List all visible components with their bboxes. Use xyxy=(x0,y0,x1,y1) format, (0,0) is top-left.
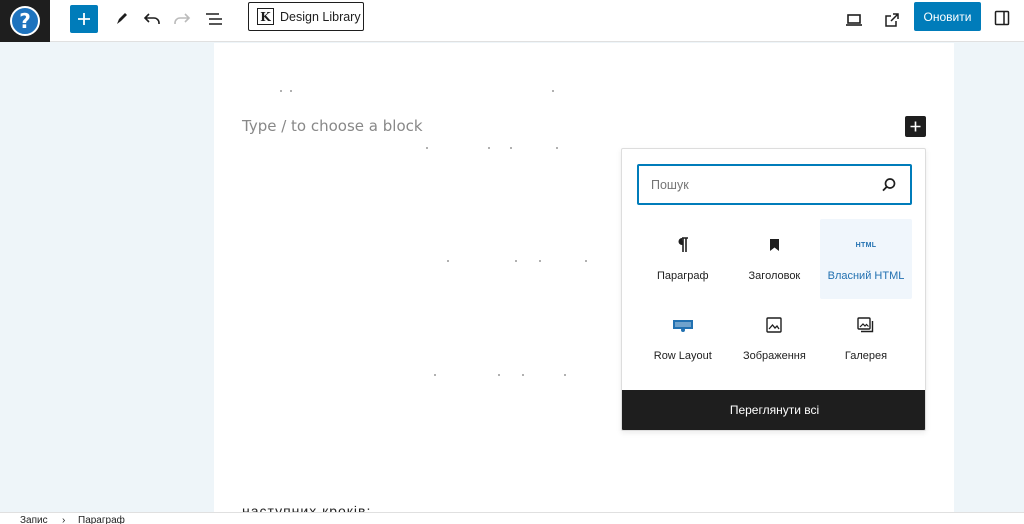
html-icon-text: HTML xyxy=(855,241,877,249)
block-item-gallery[interactable]: Галерея xyxy=(820,299,912,379)
preview-button[interactable] xyxy=(840,6,868,34)
gallery-icon xyxy=(857,316,874,334)
image-icon xyxy=(766,316,783,334)
plus-icon xyxy=(78,13,90,25)
block-placeholder[interactable]: Type / to choose a block xyxy=(242,117,423,135)
breadcrumb-item-post[interactable]: Запис xyxy=(20,515,48,524)
block-item-custom-html[interactable]: HTML Власний HTML xyxy=(820,219,912,299)
block-item-heading[interactable]: Заголовок xyxy=(729,219,821,299)
obscured-text xyxy=(280,90,580,92)
block-inserter-popover: Параграф Заголовок HTML Власний HTML Row… xyxy=(621,148,926,431)
site-logo-button[interactable]: ? xyxy=(0,0,50,42)
row-layout-icon xyxy=(672,316,694,334)
redo-icon xyxy=(174,13,191,24)
add-block-button[interactable] xyxy=(70,5,98,33)
inline-add-block-button[interactable] xyxy=(905,116,926,137)
sidebar-toggle-icon xyxy=(994,10,1010,26)
block-search-box[interactable] xyxy=(637,164,912,205)
obscured-text xyxy=(426,147,576,149)
block-list: Параграф Заголовок HTML Власний HTML Row… xyxy=(637,219,912,379)
paragraph-icon xyxy=(677,236,689,254)
design-library-button[interactable]: K Design Library xyxy=(248,2,364,31)
browse-all-button[interactable]: Переглянути всі xyxy=(622,390,925,430)
view-post-button[interactable] xyxy=(878,6,906,34)
obscured-text xyxy=(447,260,607,262)
block-item-image[interactable]: Зображення xyxy=(729,299,821,379)
document-overview-button[interactable] xyxy=(200,5,228,33)
block-item-label: Галерея xyxy=(844,350,888,362)
block-item-label: Зображення xyxy=(742,350,806,362)
breadcrumb-separator: › xyxy=(62,515,66,524)
settings-sidebar-button[interactable] xyxy=(988,4,1016,32)
list-view-icon xyxy=(206,13,222,25)
obscured-text xyxy=(434,374,584,376)
tools-button[interactable] xyxy=(108,5,136,33)
block-item-label: Row Layout xyxy=(653,350,712,362)
block-item-label: Параграф xyxy=(657,270,709,282)
html-icon: HTML xyxy=(856,236,877,254)
block-search-input[interactable] xyxy=(651,177,880,192)
kadence-logo-icon: K xyxy=(257,8,274,25)
bookmark-icon xyxy=(769,236,780,254)
redo-button[interactable] xyxy=(168,5,196,33)
editor-toolbar: ? K Design Library Оновити xyxy=(0,0,1024,42)
desktop-preview-icon xyxy=(846,14,862,26)
undo-button[interactable] xyxy=(138,5,166,33)
undo-icon xyxy=(143,13,160,24)
help-logo-icon: ? xyxy=(10,6,40,36)
pencil-icon xyxy=(117,13,127,24)
block-item-row-layout[interactable]: Row Layout xyxy=(637,299,729,379)
update-button[interactable]: Оновити xyxy=(914,2,981,31)
block-item-label: Заголовок xyxy=(748,270,801,282)
plus-icon xyxy=(910,121,921,132)
search-icon xyxy=(882,177,896,191)
block-item-paragraph[interactable]: Параграф xyxy=(637,219,729,299)
design-library-label: Design Library xyxy=(280,9,361,24)
external-link-icon xyxy=(885,13,899,27)
block-item-label: Власний HTML xyxy=(827,270,905,282)
breadcrumb-item-paragraph[interactable]: Параграф xyxy=(78,515,125,524)
block-breadcrumb: Запис › Параграф xyxy=(0,512,1024,524)
